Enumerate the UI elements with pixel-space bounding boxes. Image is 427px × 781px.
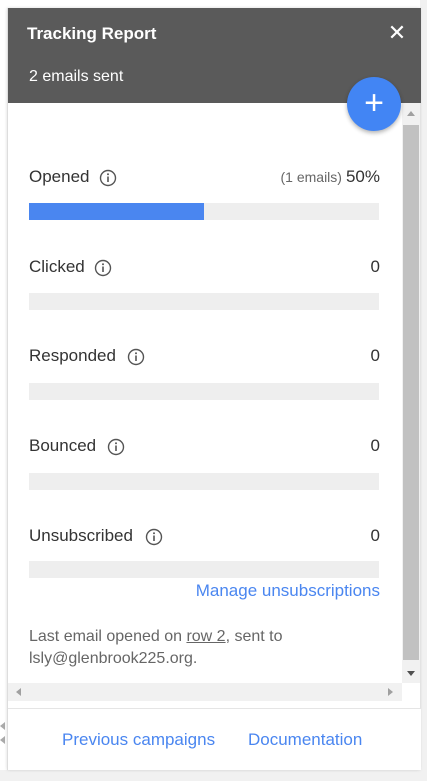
info-icon[interactable]: [145, 528, 163, 546]
horizontal-scrollbar[interactable]: [8, 683, 402, 701]
progress-bar: [29, 561, 379, 578]
info-icon[interactable]: [99, 169, 117, 187]
progress-bar: [29, 383, 379, 400]
info-icon[interactable]: [107, 438, 125, 456]
scroll-left-icon[interactable]: [16, 688, 21, 696]
progress-fill: [29, 203, 204, 220]
previous-campaigns-link[interactable]: Previous campaigns: [62, 730, 215, 750]
backdrop: [420, 0, 427, 781]
panel-title: Tracking Report: [27, 24, 157, 43]
progress-bar: [29, 293, 379, 310]
close-icon[interactable]: ✕: [386, 22, 408, 44]
metric-label: Opened: [29, 167, 90, 186]
backdrop: [0, 770, 427, 781]
row-link[interactable]: row 2: [186, 628, 225, 645]
backdrop-arrow-icon: [0, 716, 6, 756]
vertical-scrollbar[interactable]: [402, 103, 420, 683]
metric-label: Responded: [29, 346, 116, 365]
emails-sent-count: 2 emails sent: [29, 68, 124, 85]
metric-value-group: (1 emails) 50%: [281, 167, 381, 187]
manage-unsubscriptions-link[interactable]: Manage unsubscriptions: [196, 581, 380, 601]
plus-icon: +: [364, 84, 384, 122]
progress-bar: [29, 473, 379, 490]
last-opened-note: Last email opened on row 2, sent to lsly…: [29, 626, 380, 670]
metric-value: 0: [370, 257, 380, 276]
metric-clicked: Clicked 0: [29, 257, 380, 310]
progress-bar: [29, 203, 379, 220]
scroll-down-icon[interactable]: [407, 671, 415, 676]
metric-label: Clicked: [29, 257, 85, 276]
metric-value: 0: [370, 526, 380, 545]
metric-value: 50%: [345, 167, 380, 186]
info-icon[interactable]: [127, 348, 145, 366]
scroll-up-icon[interactable]: [407, 111, 415, 116]
panel-footer: Previous campaigns Documentation: [8, 708, 421, 770]
metric-value: 0: [370, 436, 380, 455]
metric-label: Unsubscribed: [29, 526, 133, 545]
metric-bounced: Bounced 0: [29, 436, 380, 490]
report-scroll-area[interactable]: Opened (1 emails) 50% Clicked 0 Responde…: [8, 103, 421, 713]
scrollbar-thumb[interactable]: [403, 125, 419, 660]
metric-opened: Opened (1 emails) 50%: [29, 167, 381, 220]
add-button[interactable]: +: [347, 77, 401, 131]
metric-unsubscribed: Unsubscribed 0: [29, 526, 380, 578]
metric-label: Bounced: [29, 436, 97, 455]
metric-value: 0: [370, 346, 380, 365]
documentation-link[interactable]: Documentation: [248, 730, 362, 750]
info-icon[interactable]: [94, 259, 112, 277]
metric-responded: Responded 0: [29, 346, 380, 400]
scroll-right-icon[interactable]: [388, 688, 393, 696]
last-opened-prefix: Last email opened on: [29, 628, 187, 645]
metric-detail: (1 emails): [280, 169, 342, 185]
tracking-report-panel: Tracking Report ✕ 2 emails sent Opened (…: [7, 8, 421, 770]
